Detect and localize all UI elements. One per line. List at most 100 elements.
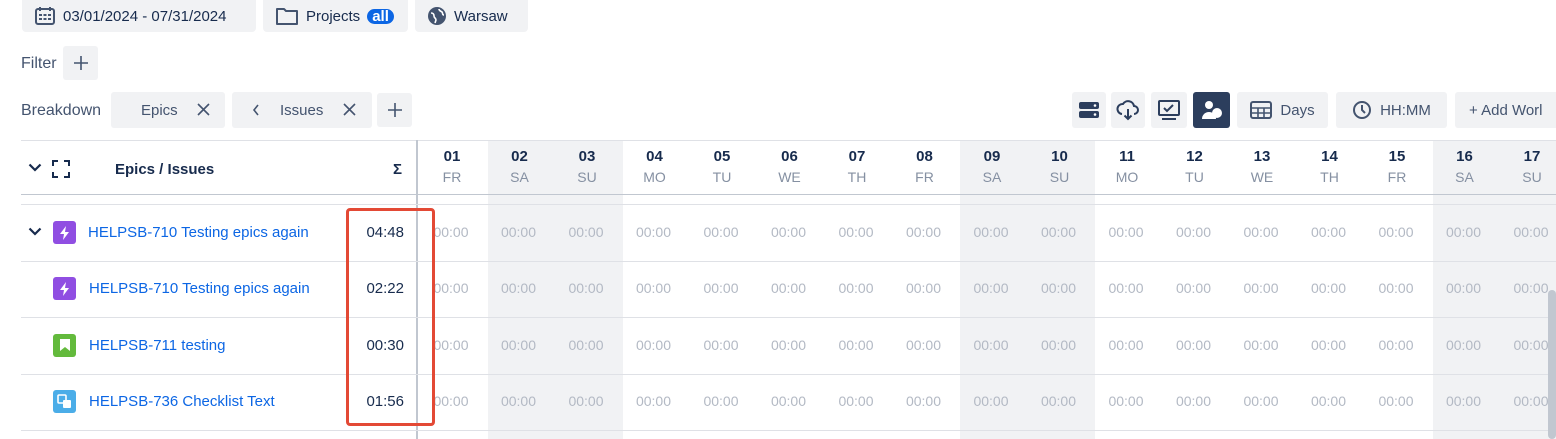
day-cell[interactable]: 00:00 <box>1366 393 1426 409</box>
day-cell[interactable]: 00:00 <box>894 393 954 409</box>
day-number: 03 <box>578 148 596 165</box>
users-view-button[interactable] <box>1193 92 1230 128</box>
remove-issues-icon[interactable] <box>343 103 356 116</box>
add-filter-button[interactable] <box>63 46 98 80</box>
table-icon <box>1250 101 1273 119</box>
day-cell[interactable]: 00:00 <box>894 337 954 353</box>
day-cell[interactable]: 00:00 <box>556 280 616 296</box>
timezone-button[interactable]: Warsaw <box>415 0 528 32</box>
day-weekday: WE <box>1250 169 1274 185</box>
day-cell[interactable]: 00:00 <box>1434 280 1494 296</box>
add-breakdown-button[interactable] <box>377 93 412 127</box>
day-cell[interactable]: 00:00 <box>1299 337 1359 353</box>
day-cell[interactable]: 00:00 <box>556 393 616 409</box>
day-cell[interactable]: 00:00 <box>691 224 751 240</box>
issue-link[interactable]: HELPSB-711 testing <box>89 337 225 354</box>
worklog-view-button[interactable] <box>1151 92 1187 128</box>
day-cell[interactable]: 00:00 <box>826 393 886 409</box>
breakdown-chip-issues[interactable]: Issues <box>232 92 372 128</box>
time-format-button[interactable]: HH:MM <box>1336 92 1447 128</box>
day-cell[interactable]: 00:00 <box>691 280 751 296</box>
day-cell[interactable]: 00:00 <box>759 280 819 296</box>
remove-epics-icon[interactable] <box>197 103 210 116</box>
day-cell[interactable]: 00:00 <box>489 337 549 353</box>
day-header: 08 FR <box>895 148 955 185</box>
collapse-all-chevron-icon[interactable] <box>28 163 42 173</box>
day-cell[interactable]: 00:00 <box>1231 393 1291 409</box>
day-cell[interactable]: 00:00 <box>556 337 616 353</box>
day-cell[interactable]: 00:00 <box>1029 280 1089 296</box>
chevron-left-icon[interactable] <box>252 104 260 116</box>
day-cell[interactable]: 00:00 <box>1164 224 1224 240</box>
fullscreen-icon[interactable] <box>52 160 70 178</box>
day-cell[interactable]: 00:00 <box>1299 224 1359 240</box>
day-cell[interactable]: 00:00 <box>1366 280 1426 296</box>
day-header: 10 SU <box>1030 148 1090 185</box>
day-cell[interactable]: 00:00 <box>489 280 549 296</box>
plus-icon <box>387 103 402 117</box>
day-cell[interactable]: 00:00 <box>961 224 1021 240</box>
day-weekday: SA <box>1455 169 1474 185</box>
day-cell[interactable]: 00:00 <box>1231 337 1291 353</box>
day-cell[interactable]: 00:00 <box>1164 337 1224 353</box>
day-cell[interactable]: 00:00 <box>826 280 886 296</box>
day-cell[interactable]: 00:00 <box>759 393 819 409</box>
day-cell[interactable]: 00:00 <box>624 280 684 296</box>
day-weekday: FR <box>442 169 462 185</box>
date-range-button[interactable]: 03/01/2024 - 07/31/2024 <box>22 0 256 32</box>
sum-header: Σ <box>393 161 403 178</box>
day-cell[interactable]: 00:00 <box>1366 337 1426 353</box>
day-cell[interactable]: 00:00 <box>1434 337 1494 353</box>
day-cell[interactable]: 00:00 <box>1299 393 1359 409</box>
projects-button[interactable]: Projects all <box>263 0 408 32</box>
day-cell[interactable]: 00:00 <box>1164 393 1224 409</box>
day-cell[interactable]: 00:00 <box>1299 280 1359 296</box>
day-cell[interactable]: 00:00 <box>691 337 751 353</box>
day-cell[interactable]: 00:00 <box>1096 393 1156 409</box>
day-cell[interactable]: 00:00 <box>1164 280 1224 296</box>
day-cell[interactable]: 00:00 <box>961 337 1021 353</box>
layout-toggle-button[interactable] <box>1072 92 1106 128</box>
day-cell[interactable]: 00:00 <box>489 224 549 240</box>
issue-link[interactable]: HELPSB-736 Checklist Text <box>89 393 275 410</box>
day-cell[interactable]: 00:00 <box>759 224 819 240</box>
period-days-button[interactable]: Days <box>1237 92 1328 128</box>
day-cell[interactable]: 00:00 <box>691 393 751 409</box>
epics-issues-header: Epics / Issues <box>115 161 215 178</box>
day-cell[interactable]: 00:00 <box>624 393 684 409</box>
day-cell[interactable]: 00:00 <box>624 337 684 353</box>
day-cell[interactable]: 00:00 <box>894 224 954 240</box>
clock-icon <box>1352 100 1372 120</box>
day-cell[interactable]: 00:00 <box>1434 393 1494 409</box>
export-button[interactable] <box>1111 92 1145 128</box>
day-cell[interactable]: 00:00 <box>1096 337 1156 353</box>
day-cell[interactable]: 00:00 <box>1029 224 1089 240</box>
day-cell[interactable]: 00:00 <box>556 224 616 240</box>
day-header: 05 TU <box>692 148 752 185</box>
day-cell[interactable]: 00:00 <box>1434 224 1494 240</box>
day-cell[interactable]: 00:00 <box>1029 393 1089 409</box>
vertical-scrollbar[interactable] <box>1548 290 1556 439</box>
day-cell[interactable]: 00:00 <box>961 393 1021 409</box>
day-weekday: MO <box>1115 169 1139 185</box>
day-weekday: TH <box>847 169 867 185</box>
day-cell[interactable]: 00:00 <box>1366 224 1426 240</box>
expand-chevron-icon[interactable] <box>28 227 42 237</box>
day-cell[interactable]: 00:00 <box>759 337 819 353</box>
day-cell[interactable]: 00:00 <box>894 280 954 296</box>
day-cell[interactable]: 00:00 <box>1029 337 1089 353</box>
day-cell[interactable]: 00:00 <box>1501 224 1556 240</box>
add-worklog-button[interactable]: + Add Worl <box>1455 92 1556 128</box>
day-cell[interactable]: 00:00 <box>489 393 549 409</box>
day-cell[interactable]: 00:00 <box>826 224 886 240</box>
issue-link[interactable]: HELPSB-710 Testing epics again <box>88 224 309 241</box>
issue-link[interactable]: HELPSB-710 Testing epics again <box>89 280 310 297</box>
breakdown-chip-epics[interactable]: Epics <box>111 92 225 128</box>
day-cell[interactable]: 00:00 <box>624 224 684 240</box>
day-cell[interactable]: 00:00 <box>1096 280 1156 296</box>
day-cell[interactable]: 00:00 <box>1096 224 1156 240</box>
day-cell[interactable]: 00:00 <box>961 280 1021 296</box>
day-cell[interactable]: 00:00 <box>826 337 886 353</box>
day-cell[interactable]: 00:00 <box>1231 224 1291 240</box>
day-cell[interactable]: 00:00 <box>1231 280 1291 296</box>
